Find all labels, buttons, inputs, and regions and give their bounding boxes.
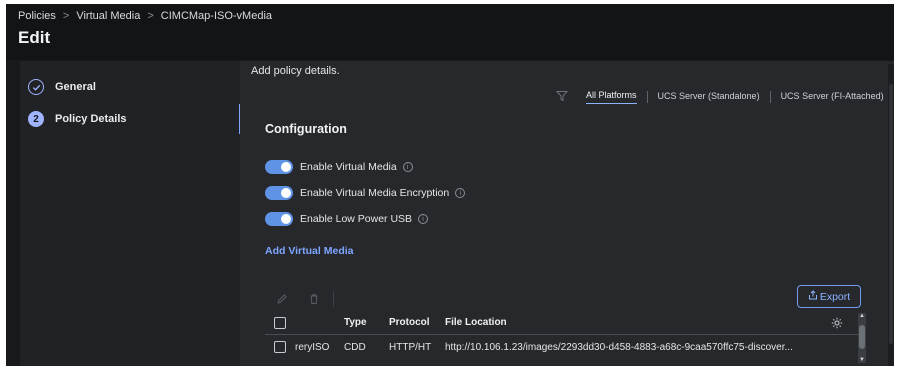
toolbar-divider — [333, 291, 334, 307]
tab-divider — [769, 91, 771, 103]
step-general-label: General — [55, 81, 96, 93]
filter-icon[interactable] — [555, 89, 569, 102]
column-header-file-location[interactable]: File Location — [445, 317, 865, 328]
info-icon[interactable]: i — [402, 162, 413, 172]
breadcrumb-separator: > — [62, 10, 70, 22]
cell-protocol: HTTP/HT — [389, 341, 432, 353]
info-icon[interactable]: i — [418, 214, 429, 224]
scroll-down-icon[interactable]: ▼ — [858, 357, 866, 363]
toggle-knob — [281, 162, 291, 172]
enable-encryption-toggle[interactable] — [265, 186, 293, 200]
toggle-label: Enable Low Power USB — [300, 213, 413, 225]
enable-virtual-media-toggle[interactable] — [265, 160, 293, 174]
page-title: Edit — [18, 28, 51, 47]
app-window: Policies > Virtual Media > CIMCMap-ISO-v… — [6, 4, 894, 366]
cell-file-location: http://10.106.1.23/images/2293dd30-d458-… — [445, 341, 793, 353]
gear-icon[interactable] — [831, 317, 843, 332]
step-policy-details-label: Policy Details — [55, 113, 127, 125]
platform-tabs: All Platforms UCS Server (Standalone) UC… — [586, 90, 884, 104]
breadcrumb-policies[interactable]: Policies — [18, 10, 56, 22]
breadcrumb-separator: > — [147, 10, 154, 22]
tab-ucs-fi-attached[interactable]: UCS Server (FI-Attached) — [781, 91, 884, 104]
info-icon[interactable]: i — [455, 188, 466, 198]
table-row[interactable]: reryISO CDD HTTP/HT http://10.106.1.23/i… — [265, 335, 865, 359]
virtual-media-table: Type Protocol File Location reryISO CDD … — [265, 311, 865, 359]
tab-all-platforms[interactable]: All Platforms — [586, 90, 637, 104]
table-scrollbar[interactable]: ▲ ▼ — [858, 313, 866, 363]
enable-low-power-usb-toggle[interactable] — [265, 212, 293, 226]
breadcrumb: Policies > Virtual Media > CIMCMap-ISO-v… — [18, 10, 272, 22]
toggle-knob — [281, 188, 291, 198]
scroll-up-icon[interactable]: ▲ — [858, 313, 866, 319]
breadcrumb-virtual-media[interactable]: Virtual Media — [76, 10, 140, 22]
page-scrollbar[interactable] — [888, 64, 894, 366]
tab-divider — [646, 91, 648, 103]
trash-icon[interactable] — [308, 293, 320, 308]
page-header: Policies > Virtual Media > CIMCMap-ISO-v… — [6, 4, 894, 60]
step-number-badge: 2 — [28, 111, 44, 127]
add-virtual-media-link[interactable]: Add Virtual Media — [265, 245, 354, 257]
toggle-row-low-power-usb: Enable Low Power USB i — [265, 212, 429, 226]
main-panel: Add policy details. All Platforms UCS Se… — [240, 61, 894, 366]
export-label: Export — [819, 290, 851, 303]
export-icon — [808, 290, 818, 303]
toggle-row-encryption: Enable Virtual Media Encryption i — [265, 186, 466, 200]
toggle-label: Enable Virtual Media — [300, 161, 397, 173]
cell-type: CDD — [344, 341, 366, 353]
pencil-icon[interactable] — [276, 293, 288, 308]
page-subtitle: Add policy details. — [251, 65, 340, 77]
scrollbar-thumb[interactable] — [859, 325, 865, 349]
cell-name: reryISO — [295, 341, 330, 353]
tab-ucs-standalone[interactable]: UCS Server (Standalone) — [658, 91, 760, 104]
column-header-protocol[interactable]: Protocol — [389, 317, 445, 328]
toggle-row-virtual-media: Enable Virtual Media i — [265, 160, 413, 174]
column-header-type[interactable]: Type — [344, 317, 389, 328]
select-all-checkbox[interactable] — [274, 316, 286, 329]
page-scrollbar-thumb[interactable] — [889, 84, 893, 344]
breadcrumb-current: CIMCMap-ISO-vMedia — [160, 10, 273, 22]
toggle-label: Enable Virtual Media Encryption — [300, 187, 450, 199]
step-general[interactable]: General — [28, 79, 96, 95]
configuration-heading: Configuration — [265, 122, 347, 136]
export-button[interactable]: Export — [797, 285, 861, 308]
wizard-steps: General 2 Policy Details — [20, 61, 240, 366]
check-circle-icon — [28, 79, 44, 95]
step-policy-details[interactable]: 2 Policy Details — [28, 111, 127, 127]
row-checkbox[interactable] — [274, 341, 286, 353]
table-header: Type Protocol File Location — [265, 311, 865, 335]
toggle-knob — [281, 214, 291, 224]
